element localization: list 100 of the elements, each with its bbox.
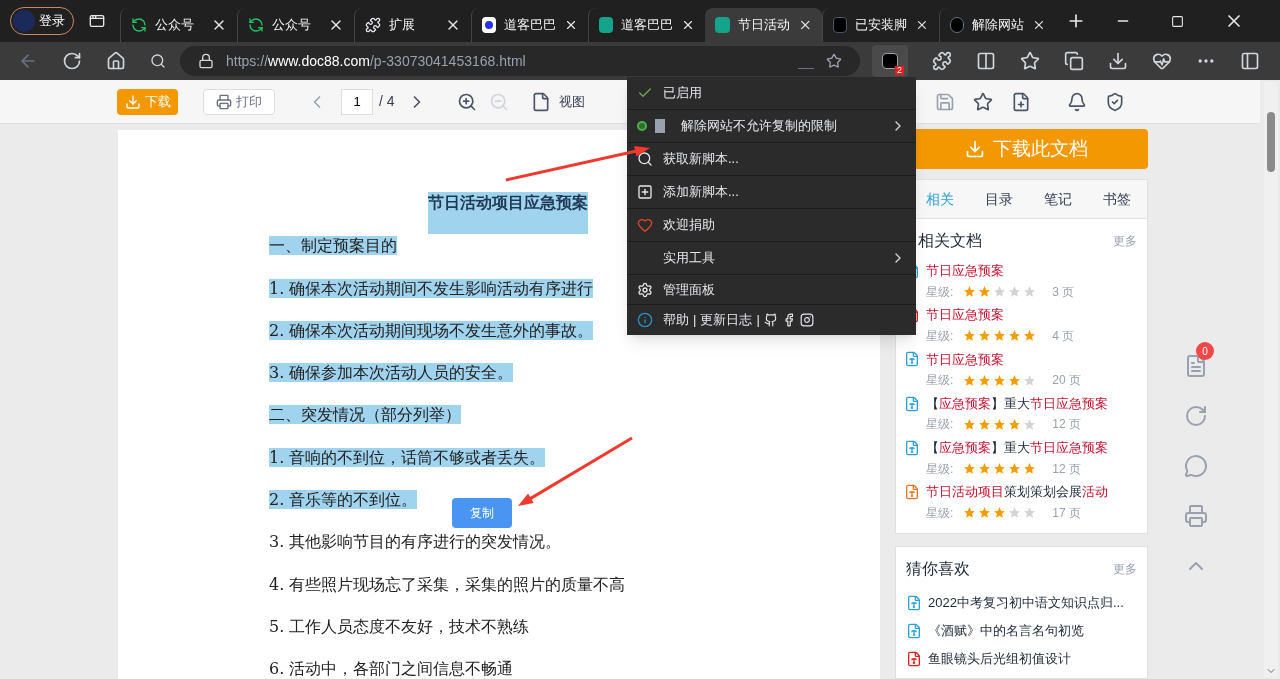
favorites-icon[interactable]: [1020, 51, 1040, 71]
page-number-field[interactable]: 1: [341, 88, 373, 115]
star-icon: [1023, 506, 1037, 520]
sidebar-tab[interactable]: 笔记: [1044, 188, 1073, 210]
scroll-thumb[interactable]: [1267, 112, 1275, 172]
document-link[interactable]: 【应急预案】重大节日应急预案: [926, 438, 1108, 458]
star-icon: [1008, 417, 1022, 431]
settings-icon: [637, 281, 653, 298]
instagram-icon[interactable]: [799, 313, 814, 327]
star-icon: [1023, 417, 1037, 431]
slides-file-icon: [904, 484, 920, 501]
avatar-icon: [13, 10, 35, 32]
home-icon[interactable]: [106, 51, 126, 71]
document-link[interactable]: 节日应急预案: [926, 305, 1004, 325]
sidebar-tab[interactable]: 书签: [1103, 188, 1132, 210]
separator-text: |: [693, 311, 697, 330]
sidebar-tab[interactable]: 目录: [984, 188, 1013, 210]
sidebar-icon[interactable]: [1240, 51, 1260, 71]
menu-link[interactable]: 帮助: [663, 310, 689, 330]
menu-label: 管理面板: [663, 280, 716, 299]
star-icon: [963, 506, 977, 520]
page-count: 12 页: [1052, 460, 1082, 478]
star-icon: [963, 462, 977, 476]
download-icon: [124, 93, 141, 110]
document-link[interactable]: 节日应急预案: [926, 261, 1004, 281]
maximize-icon[interactable]: [1171, 14, 1184, 28]
document-link[interactable]: 节日应急预案: [926, 349, 1004, 370]
view-button[interactable]: 视图: [558, 91, 585, 112]
document-link[interactable]: 《酒赋》中的名言名句初览: [928, 621, 1084, 641]
tab-actions-icon[interactable]: [89, 13, 105, 29]
document-link[interactable]: 2022中考复习初中语文知识点归...: [928, 593, 1124, 613]
rating-label: 星级:: [926, 327, 954, 345]
extension-button[interactable]: 2: [872, 45, 908, 77]
print-button[interactable]: 打印: [203, 88, 275, 115]
tab-title: 公众号: [155, 16, 195, 35]
count-badge: 0: [1196, 342, 1214, 360]
section-title: 猜你喜欢: [906, 558, 970, 579]
star-icon: [1023, 329, 1037, 343]
search-icon[interactable]: [150, 53, 166, 69]
tab-title: 已安装脚: [855, 16, 908, 35]
rating-label: 星级:: [926, 505, 954, 522]
star-icon: [978, 462, 992, 476]
word-file-icon: [906, 622, 922, 639]
menu-label: 欢迎捐助: [663, 216, 716, 235]
add-icon: [637, 184, 653, 200]
page-total: / 4: [379, 92, 395, 111]
split-screen-icon[interactable]: [976, 51, 996, 71]
info-icon: [637, 312, 653, 328]
menu-item[interactable]: 解除网站不允许复制的限制: [627, 110, 916, 143]
star-icon: [993, 506, 1007, 520]
favorite-icon[interactable]: [826, 53, 842, 69]
menu-item[interactable]: 已启用: [627, 77, 916, 110]
zoom-in-icon[interactable]: [456, 91, 477, 112]
rating-label: 星级:: [926, 372, 954, 390]
document-link[interactable]: 鱼眼镜头后光组初值设计: [928, 649, 1071, 669]
download-icon[interactable]: [1108, 51, 1128, 71]
menu-item[interactable]: 添加新脚本...: [627, 176, 916, 209]
star-icon: [1023, 285, 1037, 298]
page-count: 12 页: [1052, 416, 1082, 434]
menu-item[interactable]: 实用工具: [627, 242, 916, 275]
rating-label: 星级:: [926, 416, 954, 434]
tab-title: 公众号: [272, 16, 312, 35]
star-icon: [963, 285, 977, 298]
browser-tab[interactable]: 节日活动: [705, 8, 822, 42]
page-count: 20 页: [1052, 372, 1082, 390]
swirl-icon: [131, 17, 147, 33]
page-count: 17 页: [1052, 505, 1082, 522]
swirl-icon: [248, 17, 264, 33]
puzzle-icon[interactable]: [932, 51, 952, 71]
star-icon: [993, 417, 1007, 431]
word-file-icon: [904, 395, 920, 412]
scrollbar[interactable]: [1264, 82, 1278, 677]
star-icon: [1008, 329, 1022, 343]
menu-item[interactable]: 管理面板: [627, 275, 916, 305]
address-field[interactable]: https://www.doc88.com/p-33073041453168.html: [180, 46, 860, 76]
star-icon: [1023, 373, 1037, 387]
search-icon: [637, 151, 653, 167]
collections-icon[interactable]: [1064, 51, 1084, 71]
document-line: 4. 有些照片现场忘了采集，采集的照片的质量不高: [269, 574, 626, 594]
star-icon: [963, 329, 977, 343]
star-icon[interactable]: [972, 91, 993, 112]
star-icon: [978, 373, 992, 387]
word-file-icon: [904, 439, 920, 456]
reload-icon[interactable]: [62, 51, 82, 71]
bell-icon[interactable]: [1066, 91, 1087, 112]
github-icon[interactable]: [763, 313, 778, 327]
star-icon: [993, 373, 1007, 387]
tab-title: 道客巴巴: [504, 16, 556, 35]
menu-label: 已启用: [663, 84, 703, 103]
document-icon[interactable]: [1184, 354, 1208, 378]
document-line: 6. 活动中，各部门之间信息不畅通: [269, 659, 514, 679]
document-link[interactable]: 【应急预案】重大节日应急预案: [926, 393, 1108, 414]
tab-title: 解除网站: [972, 16, 1025, 35]
menu-label: 实用工具: [663, 249, 716, 268]
tab-title: 节日活动: [737, 16, 790, 35]
health-icon[interactable]: [1152, 51, 1172, 71]
menu-link[interactable]: 更新日志: [700, 310, 753, 330]
document-link[interactable]: 节日活动项目策划策划会展活动: [926, 482, 1108, 502]
menu-item[interactable]: 欢迎捐助: [627, 209, 916, 242]
star-icon: [1023, 462, 1037, 476]
